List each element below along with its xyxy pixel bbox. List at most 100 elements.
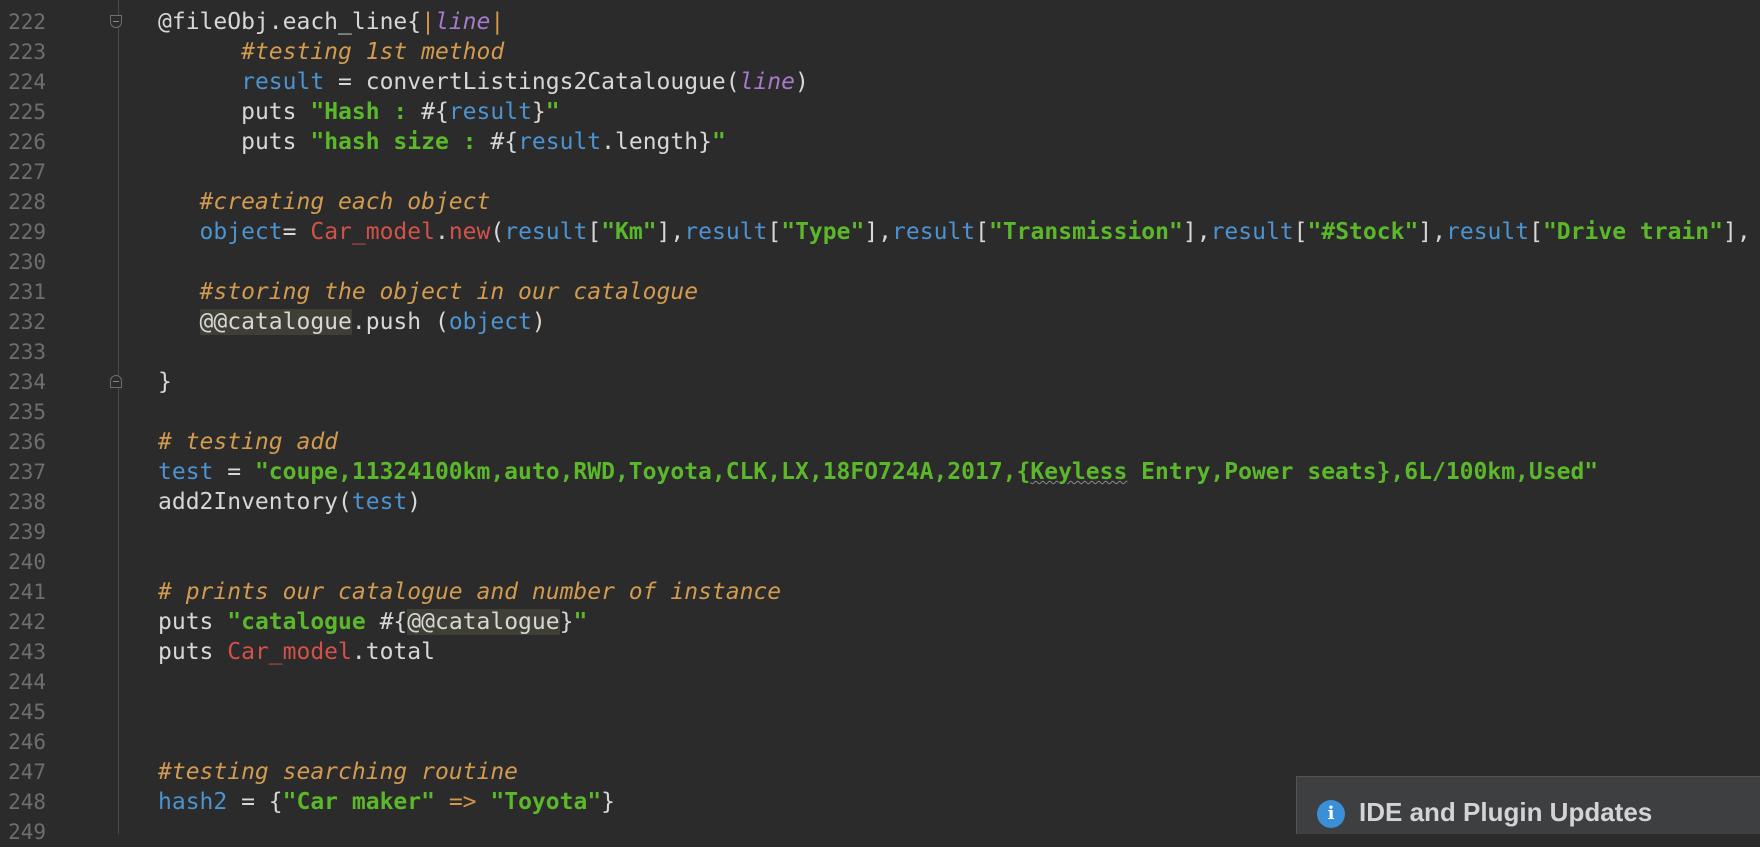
code-line[interactable]: 229 object= Car_model.new(result["Km"],r…: [0, 217, 1760, 247]
line-number: 222: [8, 10, 46, 34]
code-text[interactable]: #testing 1st method: [158, 37, 504, 67]
code-line[interactable]: 227: [0, 157, 1760, 187]
code-token: result: [892, 219, 976, 245]
code-token: ],: [1722, 219, 1751, 245]
code-text[interactable]: # testing add: [158, 427, 338, 457]
code-line[interactable]: 242 puts "catalogue #{@@catalogue}": [0, 607, 1760, 637]
code-token: =: [324, 69, 366, 95]
code-line[interactable]: 239: [0, 517, 1760, 547]
code-line[interactable]: 233: [0, 337, 1760, 367]
code-text[interactable]: test = "coupe,11324100km,auto,RWD,Toyota…: [158, 457, 1598, 487]
code-line[interactable]: 234}: [0, 367, 1760, 397]
line-number: 229: [8, 220, 46, 244]
code-text[interactable]: puts "hash size : #{result.length}": [158, 127, 726, 157]
line-number: 230: [8, 250, 46, 274]
code-text[interactable]: object= Car_model.new(result["Km"],resul…: [158, 217, 1751, 247]
code-token: puts: [241, 129, 311, 155]
code-token: "Type": [781, 219, 865, 245]
code-text[interactable]: #testing searching routine: [158, 757, 518, 787]
code-token: =: [213, 459, 255, 485]
line-number: 224: [8, 70, 46, 94]
code-token: "Hash :: [310, 99, 422, 125]
code-text[interactable]: #storing the object in our catalogue: [158, 277, 699, 307]
code-token: line: [739, 69, 795, 95]
code-token: =>: [448, 789, 477, 815]
line-number: 231: [8, 280, 46, 304]
code-line[interactable]: 237 test = "coupe,11324100km,auto,RWD,Toy…: [0, 457, 1760, 487]
code-token: ): [795, 69, 809, 95]
line-number: 240: [8, 550, 46, 574]
line-number: 223: [8, 40, 46, 64]
code-text[interactable]: puts "catalogue #{@@catalogue}": [158, 607, 587, 637]
code-token: (: [490, 219, 505, 245]
code-token: @fileObj: [158, 9, 269, 35]
code-token: @@catalogue: [199, 309, 352, 335]
code-line[interactable]: 238 add2Inventory(test): [0, 487, 1760, 517]
code-token: #{: [490, 129, 519, 155]
code-text[interactable]: @@catalogue.push (object): [158, 307, 546, 337]
code-token: #{: [421, 99, 449, 125]
code-text[interactable]: @fileObj.each_line{|line|: [158, 7, 504, 37]
code-token: .push (: [351, 309, 449, 335]
code-line[interactable]: 240: [0, 547, 1760, 577]
code-line[interactable]: 244: [0, 667, 1760, 697]
code-token: hash2: [158, 789, 228, 815]
code-text[interactable]: result = convertListings2Catalougue(line…: [158, 67, 809, 97]
code-line[interactable]: 228 #creating each object: [0, 187, 1760, 217]
code-editor[interactable]: 222 @fileObj.each_line{|line| 223 #testing…: [0, 0, 1760, 844]
code-text[interactable]: # prints our catalogue and number of ins…: [158, 577, 781, 607]
code-line[interactable]: 231 #storing the object in our catalogue: [0, 277, 1760, 307]
code-token: result: [448, 99, 532, 125]
code-token: line: [434, 9, 491, 35]
fold-marker-icon[interactable]: [110, 15, 122, 28]
code-token: "Drive train": [1542, 219, 1723, 245]
code-token: "Km": [601, 219, 657, 245]
code-token: "Toyota": [490, 789, 602, 815]
code-token: each_line: [282, 9, 408, 35]
code-token: test: [351, 489, 408, 515]
line-number: 241: [8, 580, 46, 604]
code-line[interactable]: 225 puts "Hash : #{result}": [0, 97, 1760, 127]
code-token: =: [282, 219, 311, 245]
code-line[interactable]: 243 puts Car_model.total: [0, 637, 1760, 667]
code-text[interactable]: hash2 = {"Car maker" => "Toyota"}: [158, 787, 615, 817]
code-line[interactable]: 223 #testing 1st method: [0, 37, 1760, 67]
fold-marker-icon[interactable]: [110, 375, 122, 388]
code-text[interactable]: #creating each object: [158, 187, 491, 217]
line-number: 232: [8, 310, 46, 334]
code-token: result: [241, 69, 325, 95]
code-text[interactable]: }: [158, 367, 172, 397]
code-token: "#Stock": [1307, 219, 1419, 245]
code-token: puts: [158, 609, 228, 635]
code-text[interactable]: add2Inventory(test): [158, 487, 421, 517]
code-token: # prints our catalogue and number of ins…: [158, 579, 782, 605]
code-line[interactable]: 230: [0, 247, 1760, 277]
notification-title[interactable]: IDE and Plugin Updates: [1359, 797, 1652, 828]
ide-plugin-updates-notification[interactable]: i IDE and Plugin Updates: [1296, 776, 1760, 834]
code-token: Entry,Power seats},6L/100km,Used": [1127, 459, 1599, 485]
code-line[interactable]: 224 result = convertListings2Catalougue(…: [0, 67, 1760, 97]
code-line[interactable]: 235: [0, 397, 1760, 427]
code-line[interactable]: 232 @@catalogue.push (object): [0, 307, 1760, 337]
code-token: |: [490, 9, 505, 35]
code-token: }: [531, 99, 546, 125]
code-line[interactable]: 246: [0, 727, 1760, 757]
code-line[interactable]: 241 # prints our catalogue and number of …: [0, 577, 1760, 607]
code-token: ],: [864, 219, 893, 245]
code-token: Keyless: [1030, 459, 1128, 485]
code-text[interactable]: puts "Hash : #{result}": [158, 97, 560, 127]
code-line[interactable]: 222 @fileObj.each_line{|line|: [0, 7, 1760, 37]
line-number: 237: [8, 460, 46, 484]
code-line[interactable]: 236 # testing add: [0, 427, 1760, 457]
code-line[interactable]: 245: [0, 697, 1760, 727]
line-number: 249: [8, 820, 46, 844]
code-token: [: [1293, 219, 1308, 245]
code-text[interactable]: puts Car_model.total: [158, 637, 435, 667]
code-token: = {: [227, 789, 283, 815]
line-number: 243: [8, 640, 46, 664]
code-token: Car_model: [227, 639, 352, 665]
code-token: }: [601, 789, 616, 815]
code-token: ],: [656, 219, 685, 245]
code-line[interactable]: 226 puts "hash size : #{result.length}": [0, 127, 1760, 157]
